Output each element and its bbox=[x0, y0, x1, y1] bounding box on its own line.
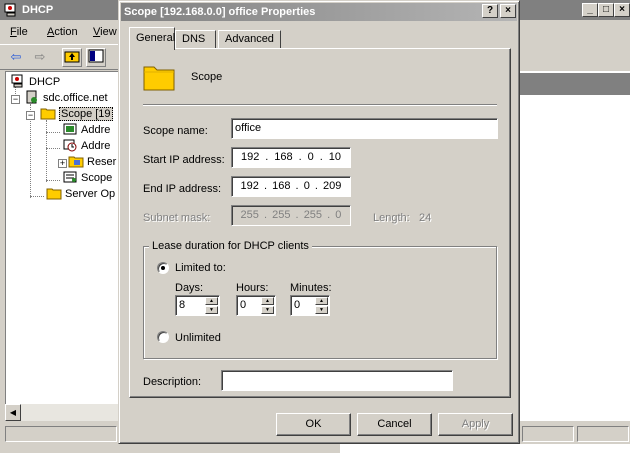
tree-horizontal-scrollbar[interactable]: ◀ bbox=[5, 404, 120, 421]
limited-label[interactable]: Limited to: bbox=[175, 262, 226, 274]
hours-down-icon[interactable]: ▼ bbox=[261, 306, 274, 314]
scope-name-label: Scope name: bbox=[143, 125, 208, 137]
subnet-mask-input: 255. 255. 255. 0 bbox=[231, 205, 351, 226]
cancel-button[interactable]: Cancel bbox=[357, 413, 432, 436]
dhcp-icon bbox=[11, 74, 23, 88]
collapse-server-icon[interactable]: − bbox=[11, 95, 20, 104]
desktop-strip bbox=[340, 444, 630, 453]
hours-up-icon[interactable]: ▲ bbox=[261, 297, 274, 305]
scroll-left-icon[interactable]: ◀ bbox=[5, 404, 21, 421]
menu-action[interactable]: Action bbox=[47, 26, 78, 38]
scope-folder-icon bbox=[40, 108, 56, 120]
forward-arrow-icon[interactable]: ⇨ bbox=[30, 48, 50, 67]
details-pane-header bbox=[520, 73, 630, 95]
maximize-icon[interactable]: □ bbox=[598, 3, 614, 17]
tree-item-scope[interactable]: Scope [19 bbox=[40, 106, 113, 122]
days-down-icon[interactable]: ▼ bbox=[205, 306, 218, 314]
description-label: Description: bbox=[143, 376, 202, 388]
description-input[interactable] bbox=[221, 370, 453, 391]
scope-header-label: Scope bbox=[191, 71, 223, 83]
menu-file[interactable]: File bbox=[10, 26, 28, 38]
close-icon[interactable]: × bbox=[614, 3, 630, 17]
up-folder-icon[interactable] bbox=[62, 48, 82, 67]
collapse-scope-icon[interactable]: − bbox=[26, 111, 35, 120]
subnet-mask-label: Subnet mask: bbox=[143, 212, 211, 224]
tree-item-reservations[interactable]: Reser bbox=[68, 154, 116, 170]
minutes-down-icon[interactable]: ▼ bbox=[315, 306, 328, 314]
status-cell-right bbox=[577, 426, 629, 442]
tree-item-server[interactable]: sdc.office.net bbox=[24, 90, 108, 106]
dialog-close-icon[interactable]: × bbox=[500, 4, 516, 18]
expand-reservations-icon[interactable]: + bbox=[58, 159, 67, 168]
tab-advanced[interactable]: Advanced bbox=[218, 30, 281, 49]
tree-item-scope-options[interactable]: Scope bbox=[62, 170, 112, 186]
toolbar: ⇦ ⇨ bbox=[0, 44, 125, 70]
days-spinner[interactable]: 8 ▲ ▼ bbox=[175, 295, 220, 316]
unlimited-radio[interactable] bbox=[157, 331, 169, 343]
scope-folder-large-icon bbox=[143, 66, 175, 91]
menu-view[interactable]: View bbox=[93, 26, 117, 38]
dialog-titlebar[interactable]: Scope [192.168.0.0] office Properties ? … bbox=[121, 3, 517, 21]
unlimited-label[interactable]: Unlimited bbox=[175, 332, 221, 344]
days-up-icon[interactable]: ▲ bbox=[205, 297, 218, 305]
separator bbox=[143, 104, 497, 106]
show-hide-tree-icon[interactable] bbox=[86, 48, 106, 67]
server-options-icon bbox=[46, 188, 62, 200]
end-ip-label: End IP address: bbox=[143, 183, 222, 195]
tab-dns[interactable]: DNS bbox=[175, 30, 216, 49]
end-ip-input[interactable]: 192. 168. 0. 209 bbox=[231, 176, 351, 197]
radio-selected-dot bbox=[161, 266, 165, 270]
console-tree[interactable]: DHCP − sdc.office.net − Scope [19 Addre … bbox=[5, 71, 120, 421]
back-arrow-icon[interactable]: ⇦ bbox=[6, 48, 26, 67]
details-pane bbox=[520, 71, 630, 421]
tree-item-address-pool[interactable]: Addre bbox=[62, 122, 110, 138]
days-label: Days: bbox=[175, 282, 204, 294]
reservations-icon bbox=[68, 156, 84, 168]
ok-button[interactable]: OK bbox=[276, 413, 351, 436]
minutes-label: Minutes: bbox=[290, 282, 332, 294]
address-pool-icon bbox=[63, 123, 77, 135]
lease-duration-title: Lease duration for DHCP clients bbox=[149, 240, 312, 252]
scope-options-icon bbox=[63, 171, 77, 183]
length-label: Length: bbox=[373, 212, 410, 224]
address-leases-icon bbox=[63, 139, 77, 152]
limited-radio[interactable] bbox=[157, 262, 169, 274]
tree-item-server-options[interactable]: Server Op bbox=[46, 186, 115, 202]
start-ip-input[interactable]: 192. 168. 0. 10 bbox=[231, 147, 351, 168]
tab-general[interactable]: General bbox=[129, 27, 175, 50]
dhcp-app-icon bbox=[4, 3, 16, 17]
status-cell-left bbox=[5, 426, 117, 442]
hours-label: Hours: bbox=[236, 282, 269, 294]
help-icon[interactable]: ? bbox=[482, 4, 498, 18]
minimize-icon[interactable]: _ bbox=[582, 3, 598, 17]
server-icon bbox=[26, 90, 37, 104]
dhcp-window-title: DHCP bbox=[22, 4, 54, 16]
scope-name-input[interactable]: office bbox=[231, 118, 498, 139]
apply-button[interactable]: Apply bbox=[438, 413, 513, 436]
start-ip-label: Start IP address: bbox=[143, 154, 225, 166]
tree-item-address-leases[interactable]: Addre bbox=[62, 138, 110, 154]
tree-item-dhcp[interactable]: DHCP bbox=[10, 74, 60, 90]
length-value: 24 bbox=[419, 212, 432, 224]
hours-spinner[interactable]: 0 ▲ ▼ bbox=[236, 295, 276, 316]
minutes-up-icon[interactable]: ▲ bbox=[315, 297, 328, 305]
menu-bar: File Action View bbox=[0, 22, 125, 42]
status-cell-mid bbox=[522, 426, 574, 442]
minutes-spinner[interactable]: 0 ▲ ▼ bbox=[290, 295, 330, 316]
scope-properties-dialog: Scope [192.168.0.0] office Properties ? … bbox=[118, 0, 520, 444]
dialog-title: Scope [192.168.0.0] office Properties bbox=[124, 6, 316, 18]
